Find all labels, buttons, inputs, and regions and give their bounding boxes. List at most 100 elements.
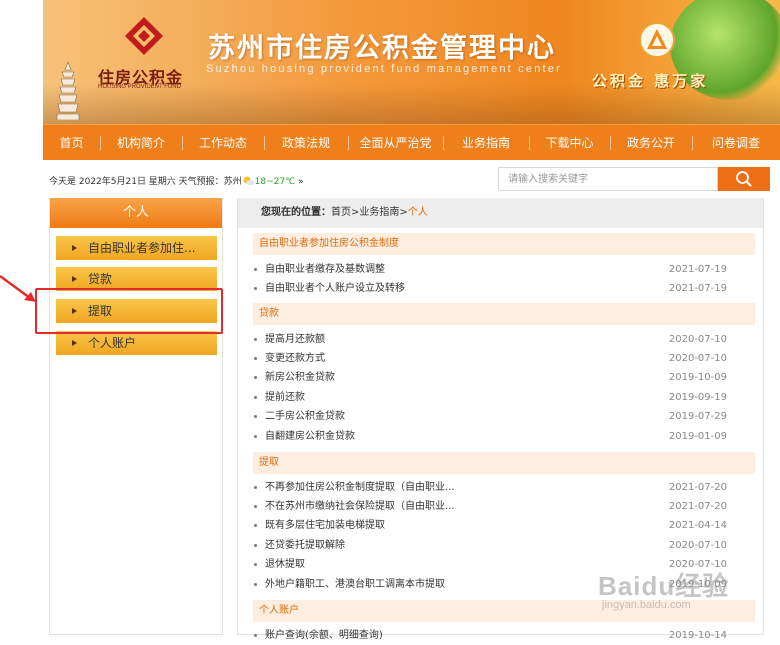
nav-item-guide[interactable]: 业务指南 <box>443 125 529 160</box>
logo-subtext: HOUSING PROVIDENT FUND <box>98 84 181 90</box>
list-item-date: 2019-09-19 <box>668 392 727 403</box>
list-item[interactable]: 二手房公积金贷款 2019-07-29 <box>254 407 727 426</box>
list-item-title[interactable]: 外地户籍职工、港澳台职工调离本市提取 <box>265 575 445 594</box>
list-item-date: 2020-07-10 <box>668 353 727 364</box>
sidebar-item-account[interactable]: 个人账户 <box>56 331 217 355</box>
list-item-date: 2021-07-20 <box>668 482 727 493</box>
list-item-date: 2019-01-09 <box>668 431 727 442</box>
bullet <box>254 357 257 360</box>
list-item-date: 2021-07-19 <box>668 264 727 275</box>
weather-more-link[interactable]: » <box>298 177 304 187</box>
nav-item-party[interactable]: 全面从严治党 <box>348 125 443 160</box>
sun-cloud-icon <box>243 176 255 186</box>
list-item-title[interactable]: 不再参加住房公积金制度提取（自由职业... <box>265 478 455 497</box>
list-item-title[interactable]: 提高月还款额 <box>265 330 325 349</box>
bullet <box>254 505 257 508</box>
section-header-loan[interactable]: 贷款 <box>253 303 755 325</box>
red-arrow-icon <box>0 274 36 302</box>
header-banner: 住房公积金 HOUSING PROVIDENT FUND 苏州市住房公积金管理中… <box>43 0 780 124</box>
baidu-watermark: Baidu经验 jingyan.baidu.com <box>598 566 729 611</box>
triangle-right-icon <box>72 276 77 282</box>
page-wrapper: 住房公积金 HOUSING PROVIDENT FUND 苏州市住房公积金管理中… <box>43 0 780 160</box>
list-item-date: 2019-10-09 <box>668 372 727 383</box>
sidebar-item-label: 自由职业者参加住... <box>88 241 196 255</box>
date-text: 今天是 2022年5月21日 星期六 天气预报：苏州 <box>49 177 242 187</box>
search-button[interactable] <box>718 167 770 191</box>
search-input[interactable] <box>498 167 718 191</box>
list-item-date: 2020-07-10 <box>668 540 727 551</box>
bullet <box>254 376 257 379</box>
list-item-date: 2019-10-14 <box>668 630 727 641</box>
nav-item-survey[interactable]: 问卷调查 <box>692 125 780 160</box>
list-item-title[interactable]: 不在苏州市缴纳社会保险提取（自由职业... <box>265 497 455 516</box>
sidebar-item-label: 贷款 <box>88 272 113 286</box>
list-item[interactable]: 不在苏州市缴纳社会保险提取（自由职业... 2021-07-20 <box>254 497 727 516</box>
list-item-date: 2019-07-29 <box>668 411 727 422</box>
list-item-date: 2020-07-10 <box>668 334 727 345</box>
bullet <box>254 415 257 418</box>
main-nav: 首页 机构简介 工作动态 政策法规 全面从严治党 业务指南 下载中心 政务公开 … <box>43 124 780 160</box>
breadcrumb: 您现在的位置：首页>业务指南>个人 <box>238 198 763 228</box>
bullet <box>254 338 257 341</box>
list-item-date: 2021-07-19 <box>668 283 727 294</box>
temperature: 18~27℃ <box>254 177 296 187</box>
list-item-title[interactable]: 自由职业者缴存及基数调整 <box>265 260 385 279</box>
list-item[interactable]: 提高月还款额 2020-07-10 <box>254 330 727 349</box>
search-box <box>498 167 770 191</box>
nav-item-download[interactable]: 下载中心 <box>529 125 610 160</box>
list-item-title[interactable]: 新房公积金贷款 <box>265 368 335 387</box>
list-item-title[interactable]: 自翻建房公积金贷款 <box>265 427 355 446</box>
list-item[interactable]: 新房公积金贷款 2019-10-09 <box>254 368 727 387</box>
list-item-title[interactable]: 变更还款方式 <box>265 349 325 368</box>
bullet <box>254 486 257 489</box>
bullet <box>254 583 257 586</box>
list-item-date: 2021-07-20 <box>668 501 727 512</box>
pagoda-icon <box>56 61 80 120</box>
provident-fund-logo-icon[interactable] <box>123 15 165 57</box>
bullet <box>254 435 257 438</box>
bullet <box>254 544 257 547</box>
sidebar-item-label: 个人账户 <box>88 336 137 350</box>
section-header-withdraw[interactable]: 提取 <box>253 452 755 474</box>
bullet <box>254 524 257 527</box>
list-item-title[interactable]: 还贷委托提取解除 <box>265 536 345 555</box>
section-header-freelancer[interactable]: 自由职业者参加住房公积金制度 <box>253 233 755 255</box>
triangle-right-icon <box>72 245 77 251</box>
search-icon <box>736 171 752 187</box>
list-item[interactable]: 自由职业者个人账户设立及转移 2021-07-19 <box>254 279 727 298</box>
list-item[interactable]: 不再参加住房公积金制度提取（自由职业... 2021-07-20 <box>254 478 727 497</box>
nav-item-public[interactable]: 政务公开 <box>610 125 692 160</box>
breadcrumb-prefix: 您现在的位置： <box>261 207 331 218</box>
site-title-english: Suzhou housing provident fund management… <box>206 63 562 75</box>
list-item[interactable]: 账户查询(余额、明细查询) 2019-10-14 <box>254 626 727 645</box>
breadcrumb-path[interactable]: 首页>业务指南> <box>331 207 408 218</box>
nav-item-about[interactable]: 机构简介 <box>100 125 182 160</box>
list-item-title[interactable]: 既有多层住宅加装电梯提取 <box>265 516 385 535</box>
list-item-title[interactable]: 自由职业者个人账户设立及转移 <box>265 279 405 298</box>
breadcrumb-current: 个人 <box>407 207 428 218</box>
sidebar-item-freelancer[interactable]: 自由职业者参加住... <box>56 236 217 260</box>
list-item[interactable]: 自翻建房公积金贷款 2019-01-09 <box>254 427 727 446</box>
list-item[interactable]: 提前还款 2019-09-19 <box>254 388 727 407</box>
list-item[interactable]: 变更还款方式 2020-07-10 <box>254 349 727 368</box>
nav-item-policy[interactable]: 政策法规 <box>264 125 348 160</box>
list-item[interactable]: 自由职业者缴存及基数调整 2021-07-19 <box>254 260 727 279</box>
list-item[interactable]: 还贷委托提取解除 2020-07-10 <box>254 536 727 555</box>
bullet <box>254 268 257 271</box>
nav-item-news[interactable]: 工作动态 <box>182 125 264 160</box>
list-item-date: 2021-04-14 <box>668 520 727 531</box>
list-item-title[interactable]: 账户查询(余额、明细查询) <box>265 626 383 645</box>
watermark-main: Baidu经验 <box>598 571 730 601</box>
list-item-title[interactable]: 二手房公积金贷款 <box>265 407 345 426</box>
list-item-title[interactable]: 提前还款 <box>265 388 305 407</box>
list-item-title[interactable]: 退休提取 <box>265 555 305 574</box>
bullet <box>254 396 257 399</box>
triangle-right-icon <box>72 340 77 346</box>
gjj-emblem-icon <box>639 22 675 58</box>
nav-item-home[interactable]: 首页 <box>43 125 100 160</box>
sidebar-title: 个人 <box>50 198 222 228</box>
list-item[interactable]: 既有多层住宅加装电梯提取 2021-04-14 <box>254 516 727 535</box>
sidebar: 个人 自由职业者参加住... 贷款 提取 个人账户 <box>49 198 223 635</box>
site-title: 苏州市住房公积金管理中心 <box>208 33 556 64</box>
highlight-box <box>35 288 223 334</box>
